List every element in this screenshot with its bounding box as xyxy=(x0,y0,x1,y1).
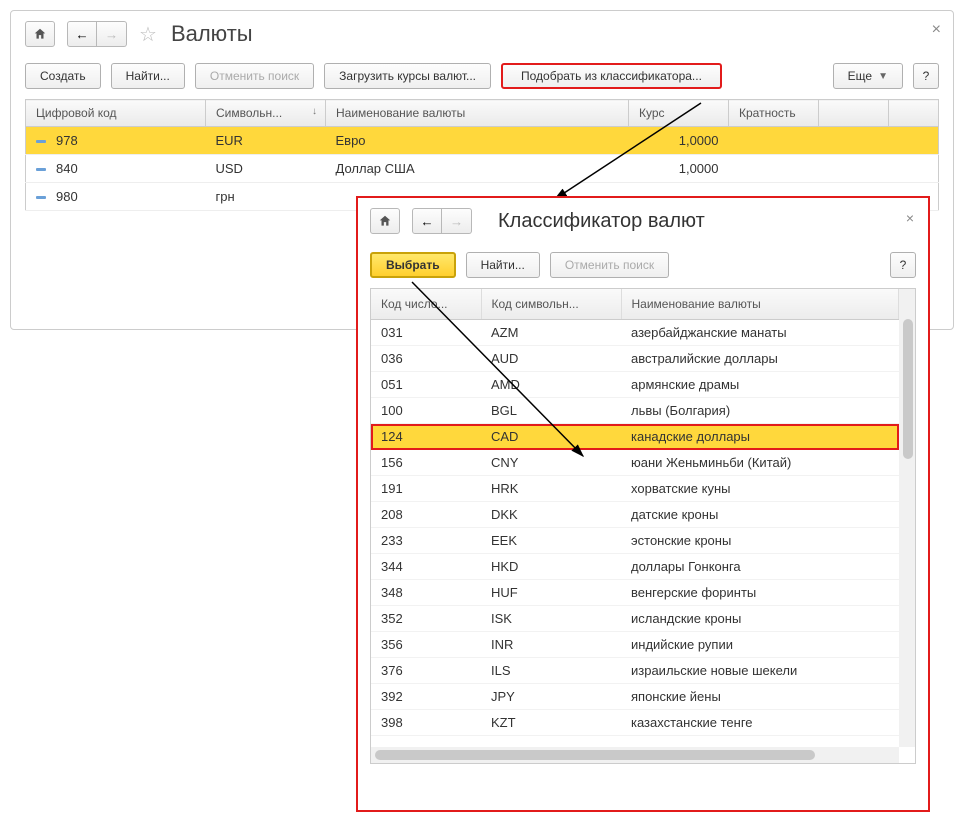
select-button[interactable]: Выбрать xyxy=(370,252,456,278)
popup-help-button[interactable]: ? xyxy=(890,252,916,278)
col-name[interactable]: Наименование валюты xyxy=(326,100,629,127)
vertical-scrollbar[interactable] xyxy=(899,289,915,747)
page-title: Валюты xyxy=(171,21,253,47)
table-header-row: Цифровой код Символьн...↓ Наименование в… xyxy=(26,100,939,127)
main-titlebar: ← → ☆ Валюты xyxy=(25,21,939,57)
forward-button[interactable]: → xyxy=(97,21,127,47)
vertical-scroll-thumb[interactable] xyxy=(903,319,913,459)
popup-toolbar: Выбрать Найти... Отменить поиск ? xyxy=(370,252,916,278)
popup-cancel-search-button: Отменить поиск xyxy=(550,252,669,278)
back-button[interactable]: ← xyxy=(67,21,97,47)
popup-table-container: Код число... Код символьн... Наименовани… xyxy=(370,288,916,764)
classifier-row[interactable]: 392JPYяпонские йены xyxy=(371,684,899,710)
popup-forward-button[interactable]: → xyxy=(442,208,472,234)
classifier-row[interactable]: 398KZTказахстанские тенге xyxy=(371,710,899,736)
find-button[interactable]: Найти... xyxy=(111,63,185,89)
load-rates-button[interactable]: Загрузить курсы валют... xyxy=(324,63,491,89)
pcol-name[interactable]: Наименование валюты xyxy=(621,289,899,320)
classifier-row[interactable]: 344HKDдоллары Гонконга xyxy=(371,554,899,580)
classifier-row[interactable]: 051AMDармянские драмы xyxy=(371,372,899,398)
classifier-row[interactable]: 036AUDавстралийские доллары xyxy=(371,346,899,372)
popup-back-button[interactable]: ← xyxy=(412,208,442,234)
pcol-sym[interactable]: Код символьн... xyxy=(481,289,621,320)
classifier-row[interactable]: 100BGLльвы (Болгария) xyxy=(371,398,899,424)
classifier-row[interactable]: 356INRиндийские рупии xyxy=(371,632,899,658)
classifier-row[interactable]: 348HUFвенгерские форинты xyxy=(371,580,899,606)
table-row[interactable]: 978EURЕвро1,0000 xyxy=(26,127,939,155)
main-toolbar: Создать Найти... Отменить поиск Загрузит… xyxy=(25,63,939,89)
classifier-row[interactable]: 233EEKэстонские кроны xyxy=(371,528,899,554)
classifier-table: Код число... Код символьн... Наименовани… xyxy=(371,289,899,736)
popup-home-button[interactable] xyxy=(370,208,400,234)
sort-desc-icon: ↓ xyxy=(312,106,317,117)
classifier-row[interactable]: 031AZMазербайджанские манаты xyxy=(371,320,899,346)
row-marker-icon xyxy=(36,140,46,143)
classifier-row[interactable]: 352ISKисландские кроны xyxy=(371,606,899,632)
cancel-search-button: Отменить поиск xyxy=(195,63,314,89)
arrow-left-icon: ← xyxy=(420,214,433,229)
close-icon[interactable]: × xyxy=(932,21,941,39)
horizontal-scrollbar[interactable] xyxy=(371,747,899,763)
home-icon xyxy=(378,214,392,228)
table-row[interactable]: 840USDДоллар США1,0000 xyxy=(26,155,939,183)
popup-titlebar: ← → Классификатор валют xyxy=(370,208,916,246)
home-icon xyxy=(33,27,47,41)
nav-group: ← → xyxy=(67,21,127,47)
help-button[interactable]: ? xyxy=(913,63,939,89)
currencies-table: Цифровой код Символьн...↓ Наименование в… xyxy=(25,99,939,211)
classifier-row[interactable]: 376ILSизраильские новые шекели xyxy=(371,658,899,684)
classifier-popup: × ← → Классификатор валют Выбрать Найти.… xyxy=(356,196,930,812)
classifier-row[interactable]: 124CADканадские доллары xyxy=(371,424,899,450)
more-button[interactable]: Еще ▼ xyxy=(833,63,903,89)
arrow-right-icon: → xyxy=(450,214,463,229)
horizontal-scroll-thumb[interactable] xyxy=(375,750,815,760)
popup-title: Классификатор валют xyxy=(498,210,705,233)
popup-header-row: Код число... Код символьн... Наименовани… xyxy=(371,289,899,320)
col-code[interactable]: Цифровой код xyxy=(26,100,206,127)
classifier-row[interactable]: 156CNYюани Женьминьби (Китай) xyxy=(371,450,899,476)
col-extra1[interactable] xyxy=(819,100,889,127)
home-button[interactable] xyxy=(25,21,55,47)
row-marker-icon xyxy=(36,168,46,171)
arrow-left-icon: ← xyxy=(75,27,88,42)
col-symbol[interactable]: Символьн...↓ xyxy=(206,100,326,127)
favorite-star-icon[interactable]: ☆ xyxy=(139,22,157,47)
pick-from-classifier-button[interactable]: Подобрать из классификатора... xyxy=(501,63,722,89)
popup-nav-group: ← → xyxy=(412,208,472,234)
classifier-row[interactable]: 191HRKхорватские куны xyxy=(371,476,899,502)
col-rate[interactable]: Курс xyxy=(629,100,729,127)
col-extra2[interactable] xyxy=(889,100,939,127)
popup-find-button[interactable]: Найти... xyxy=(466,252,540,278)
col-mult[interactable]: Кратность xyxy=(729,100,819,127)
arrow-right-icon: → xyxy=(105,27,118,42)
create-button[interactable]: Создать xyxy=(25,63,101,89)
row-marker-icon xyxy=(36,196,46,199)
pcol-code[interactable]: Код число... xyxy=(371,289,481,320)
chevron-down-icon: ▼ xyxy=(878,71,888,82)
popup-close-icon[interactable]: × xyxy=(906,210,914,226)
classifier-row[interactable]: 208DKKдатские кроны xyxy=(371,502,899,528)
more-label: Еще xyxy=(848,69,872,83)
